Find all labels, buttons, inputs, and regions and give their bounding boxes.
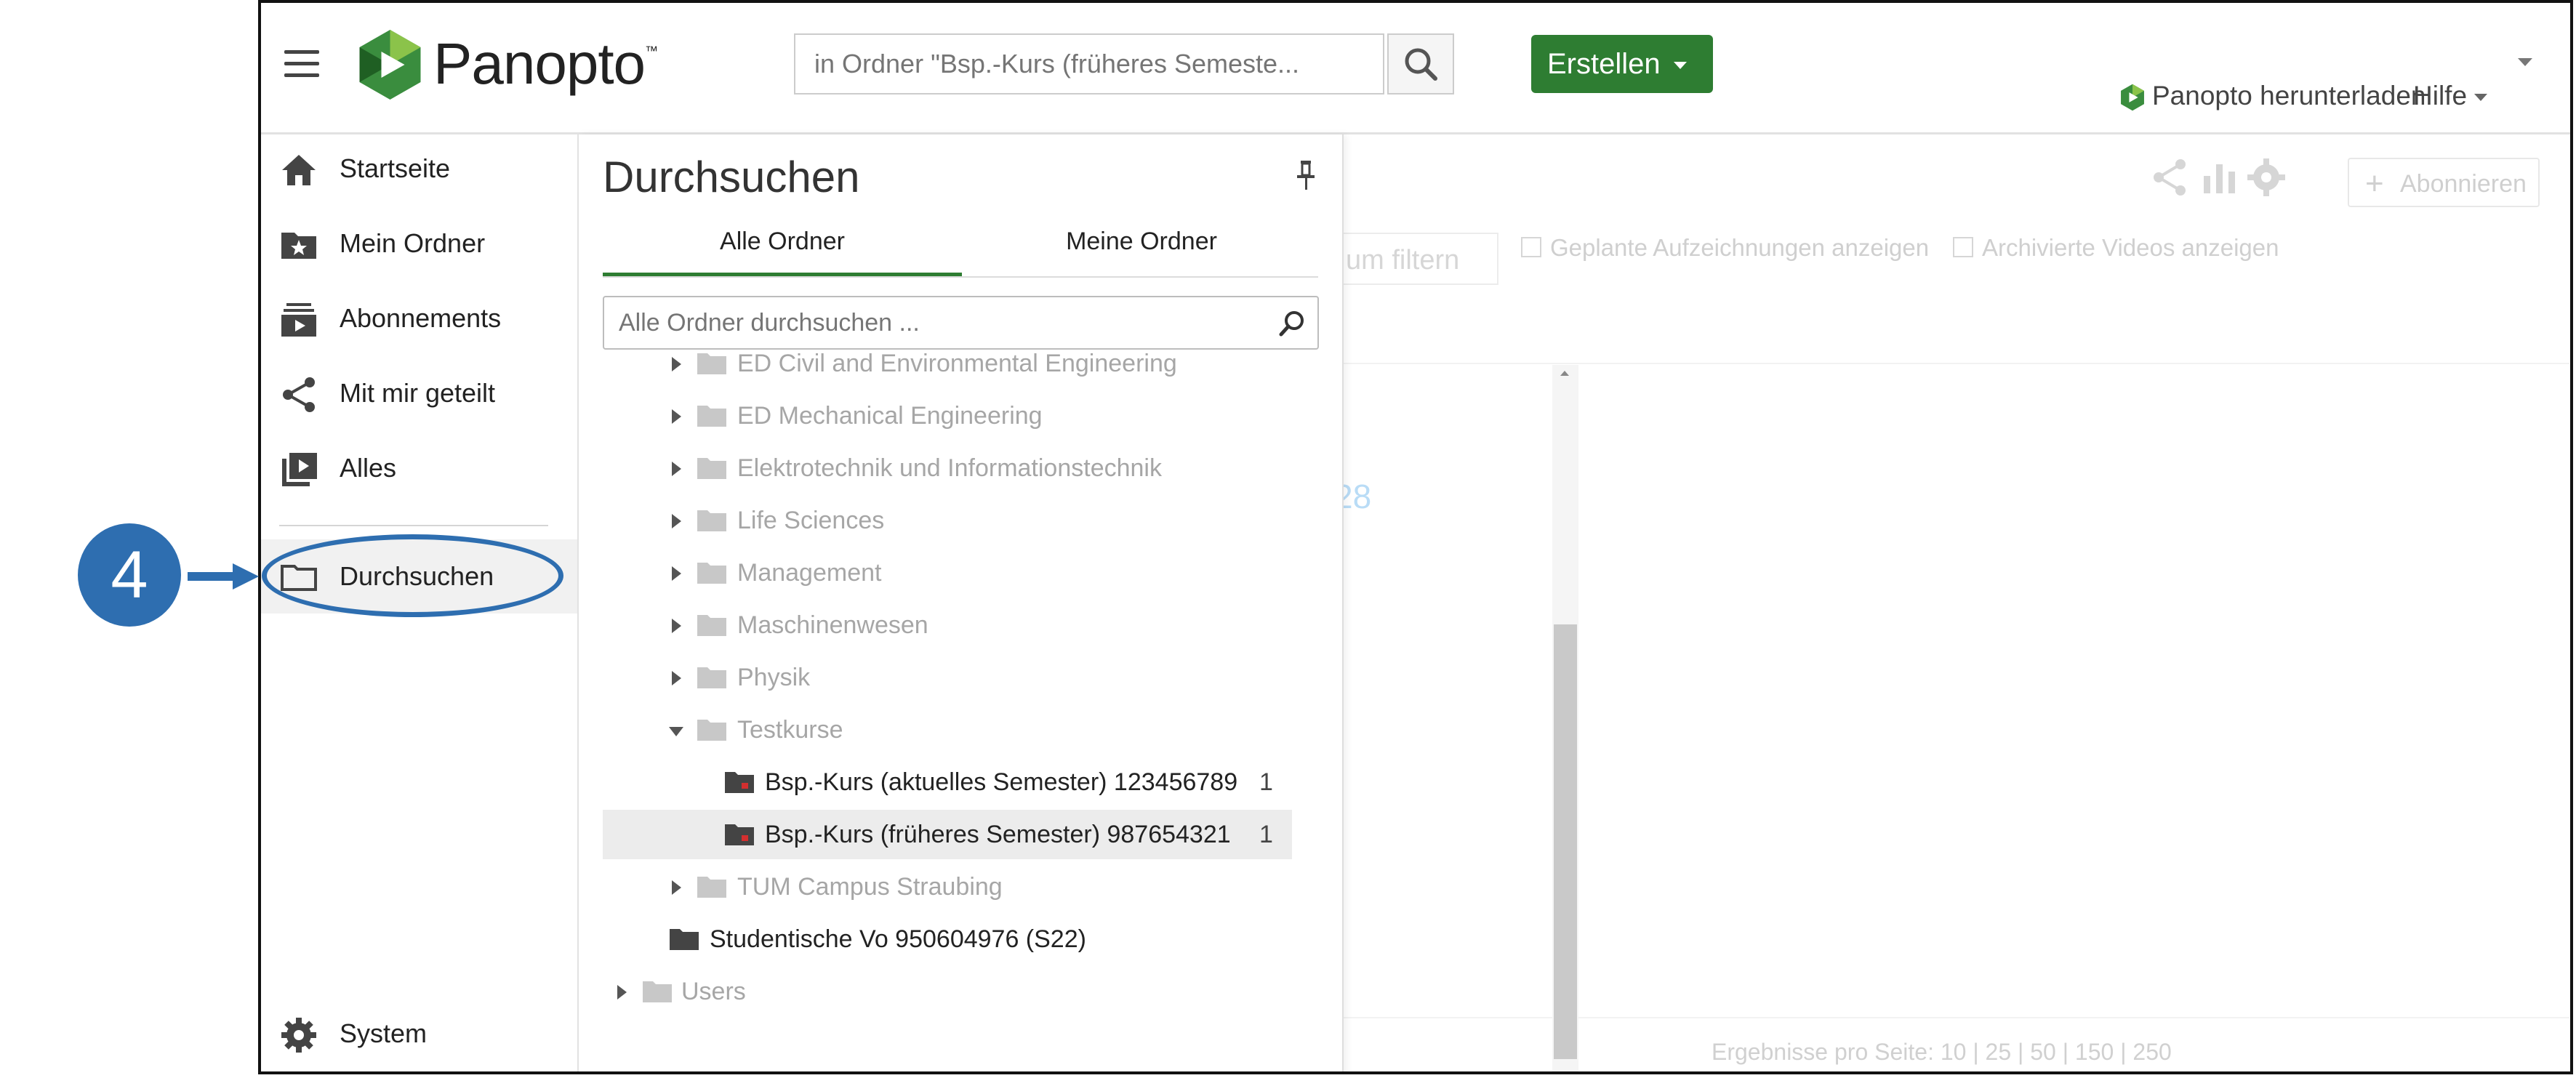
search-icon: [1405, 48, 1437, 81]
tab-divider: [603, 276, 1318, 278]
expand-arrow-icon[interactable]: [672, 671, 681, 685]
expand-arrow-icon[interactable]: [672, 880, 681, 895]
create-button[interactable]: Erstellen: [1531, 35, 1713, 93]
brand-name: Panopto™: [433, 31, 658, 96]
course-folder-icon: [725, 772, 754, 793]
search-button[interactable]: [1387, 33, 1454, 94]
folder-icon: [697, 877, 726, 898]
archived-videos-checkbox[interactable]: Archivierte Videos anzeigen: [1953, 234, 2279, 262]
folder-icon: [670, 929, 699, 950]
tree-item[interactable]: Management: [603, 548, 1292, 598]
caret-down-icon: [1673, 62, 1687, 70]
tab-meine-ordner[interactable]: Meine Ordner: [962, 228, 1321, 273]
panel-title: Durchsuchen: [603, 153, 860, 201]
folder-icon: [643, 981, 672, 1002]
plus-icon: +: [2365, 166, 2384, 201]
tree-item[interactable]: Bsp.-Kurs (aktuelles Semester) 123456789…: [603, 757, 1292, 807]
tree-item[interactable]: ED Mechanical Engineering: [603, 391, 1292, 441]
tree-item[interactable]: TUM Campus Straubing: [603, 862, 1292, 912]
pin-icon[interactable]: [1295, 159, 1317, 191]
tab-alle-ordner[interactable]: Alle Ordner: [603, 228, 962, 277]
step-number-badge: 4: [78, 523, 181, 627]
gear-icon: [281, 1018, 316, 1053]
folder-icon: [697, 458, 726, 479]
share-icon[interactable]: [2148, 156, 2192, 199]
folder-icon: [697, 563, 726, 584]
results-per-page: Ergebnisse pro Seite: 10 | 25 | 50 | 150…: [1712, 1039, 2172, 1065]
expand-arrow-icon[interactable]: [617, 985, 627, 999]
expand-arrow-icon[interactable]: [672, 357, 681, 371]
search-input[interactable]: [795, 35, 1388, 93]
highlight-ellipse: [262, 534, 563, 617]
collapse-arrow-icon[interactable]: [669, 727, 683, 736]
share-icon: [283, 377, 315, 412]
nav-mit-mir-geteilt[interactable]: Mit mir geteilt: [261, 359, 577, 428]
folder-icon: [697, 406, 726, 427]
expand-arrow-icon[interactable]: [672, 619, 681, 633]
user-menu-caret-icon[interactable]: [2518, 58, 2532, 66]
hamburger-menu-icon[interactable]: [284, 50, 321, 78]
stats-icon[interactable]: [2198, 156, 2242, 199]
subscribe-button[interactable]: + Abonnieren: [2348, 158, 2540, 207]
folder-search-box: [603, 296, 1319, 350]
subscriptions-icon: [281, 303, 316, 337]
divider: [1341, 1017, 2569, 1018]
home-icon: [282, 155, 316, 185]
tree-item-selected[interactable]: Bsp.-Kurs (früheres Semester) 987654321 …: [603, 810, 1292, 859]
settings-icon[interactable]: [2244, 156, 2288, 199]
filter-button[interactable]: um filtern: [1337, 233, 1498, 285]
nav-alles[interactable]: Alles: [261, 434, 577, 503]
help-menu[interactable]: Hilfe: [2413, 81, 2488, 111]
top-bar: Panopto™ Erstellen Panopto herunterladen…: [261, 3, 2570, 134]
folder-icon: [697, 615, 726, 636]
scrollbar-thumb[interactable]: [1554, 624, 1577, 1059]
tree-item[interactable]: ED Civil and Environmental Engineering: [603, 353, 1292, 388]
nav-mein-ordner[interactable]: Mein Ordner: [261, 209, 577, 278]
nav-abonnements[interactable]: Abonnements: [261, 284, 577, 353]
folder-icon: [697, 667, 726, 688]
caret-down-icon: [2474, 94, 2488, 102]
panopto-small-logo-icon: [2121, 84, 2144, 111]
tree-item[interactable]: Maschinenwesen: [603, 600, 1292, 650]
divider: [1341, 363, 2569, 364]
browse-panel: Durchsuchen Alle Ordner Meine Ordner ED …: [579, 134, 1344, 1071]
scroll-up-arrow-icon[interactable]: [1560, 371, 1569, 376]
expand-arrow-icon[interactable]: [672, 462, 681, 476]
folder-search-input[interactable]: [604, 297, 1259, 348]
search-icon[interactable]: [1277, 309, 1307, 338]
expand-arrow-icon[interactable]: [672, 514, 681, 528]
course-folder-icon: [725, 824, 754, 845]
folder-icon: [697, 510, 726, 531]
tree-item[interactable]: Studentische Vo 950604976 (S22): [603, 914, 1292, 964]
planned-recordings-checkbox[interactable]: Geplante Aufzeichnungen anzeigen: [1521, 234, 1929, 262]
content-area: [1341, 134, 2570, 1071]
folder-icon: [697, 720, 726, 741]
arrow-right-icon: [188, 563, 259, 590]
nav-system[interactable]: System: [261, 999, 577, 1069]
nav-divider: [279, 525, 548, 526]
search-box: [794, 33, 1388, 94]
folder-star-icon: [281, 233, 316, 259]
tree-item[interactable]: Testkurse: [603, 705, 1292, 755]
expand-arrow-icon[interactable]: [672, 409, 681, 424]
tree-item[interactable]: Physik: [603, 653, 1292, 702]
tree-item[interactable]: Users: [603, 967, 1292, 1016]
video-library-icon: [282, 453, 317, 486]
expand-arrow-icon[interactable]: [672, 566, 681, 581]
tree-item[interactable]: Life Sciences: [603, 496, 1292, 545]
folder-tree: ED Civil and Environmental Engineering E…: [603, 353, 1293, 1071]
nav-startseite[interactable]: Startseite: [261, 134, 577, 204]
panopto-logo-icon: [359, 30, 421, 100]
panopto-window: Panopto™ Erstellen Panopto herunterladen…: [258, 0, 2573, 1074]
tree-item[interactable]: Elektrotechnik und Informationstechnik: [603, 443, 1292, 493]
download-panopto-link[interactable]: Panopto herunterladen: [2119, 81, 2425, 111]
folder-icon: [697, 353, 726, 374]
